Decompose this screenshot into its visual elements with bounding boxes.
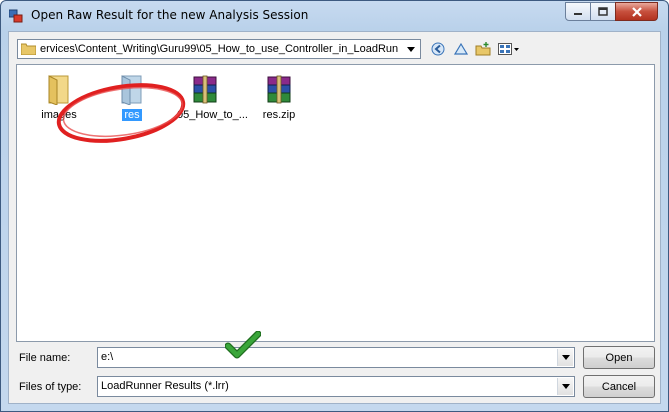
file-name-field[interactable]: e:\	[97, 347, 575, 368]
close-button[interactable]	[615, 2, 658, 21]
file-name-dropdown-button[interactable]	[557, 349, 573, 366]
up-folder-button[interactable]	[452, 39, 470, 59]
file-name: res.zip	[262, 109, 296, 121]
title-bar: Open Raw Result for the new Analysis Ses…	[1, 1, 668, 31]
back-icon	[431, 42, 445, 56]
file-name: images	[41, 109, 77, 121]
maximize-button[interactable]	[590, 2, 616, 21]
path-combobox[interactable]: ervices\Content_Writing\Guru99\05_How_to…	[17, 39, 421, 59]
file-type-value: LoadRunner Results (*.lrr)	[101, 380, 229, 392]
new-folder-icon	[475, 42, 491, 56]
folder-icon	[21, 43, 36, 55]
folder-icon	[121, 75, 142, 105]
file-list[interactable]: images res 05_How_to_... res.zip	[16, 64, 655, 342]
checkmark-icon	[225, 331, 261, 359]
view-menu-icon	[498, 43, 519, 55]
path-dropdown-button[interactable]	[403, 41, 419, 57]
minimize-button[interactable]	[565, 2, 591, 21]
path-text: ervices\Content_Writing\Guru99\05_How_to…	[40, 43, 398, 55]
up-folder-icon	[454, 42, 468, 55]
file-name: 05_How_to_...	[177, 109, 248, 121]
file-name: res	[122, 109, 142, 121]
file-name-value: e:\	[101, 351, 114, 363]
view-menu-button[interactable]	[497, 39, 521, 59]
folder-icon	[48, 75, 69, 105]
file-type-dropdown-button[interactable]	[557, 378, 573, 395]
file-item-images[interactable]: images	[29, 71, 89, 121]
maximize-icon	[598, 7, 608, 16]
window-title: Open Raw Result for the new Analysis Ses…	[31, 8, 309, 22]
file-name-label: File name:	[19, 352, 71, 364]
file-item-res-zip[interactable]: res.zip	[249, 71, 309, 121]
chevron-down-icon	[407, 46, 415, 52]
back-button[interactable]	[429, 39, 447, 59]
file-item-rar[interactable]: 05_How_to_...	[175, 71, 248, 121]
chevron-down-icon	[561, 355, 570, 360]
file-item-res[interactable]: res	[102, 71, 162, 121]
file-type-label: Files of type:	[19, 381, 82, 393]
dialog-body: ervices\Content_Writing\Guru99\05_How_to…	[8, 31, 661, 404]
chevron-down-icon	[561, 384, 570, 389]
rar-archive-icon	[267, 75, 291, 104]
app-icon	[9, 9, 23, 23]
open-button[interactable]: Open	[583, 346, 655, 369]
close-icon	[631, 6, 642, 17]
rar-archive-icon	[193, 75, 217, 104]
cancel-button[interactable]: Cancel	[583, 375, 655, 398]
file-type-select[interactable]: LoadRunner Results (*.lrr)	[97, 376, 575, 397]
minimize-icon	[574, 12, 582, 15]
new-folder-button[interactable]	[474, 39, 492, 59]
open-file-dialog: Open Raw Result for the new Analysis Ses…	[0, 0, 669, 412]
